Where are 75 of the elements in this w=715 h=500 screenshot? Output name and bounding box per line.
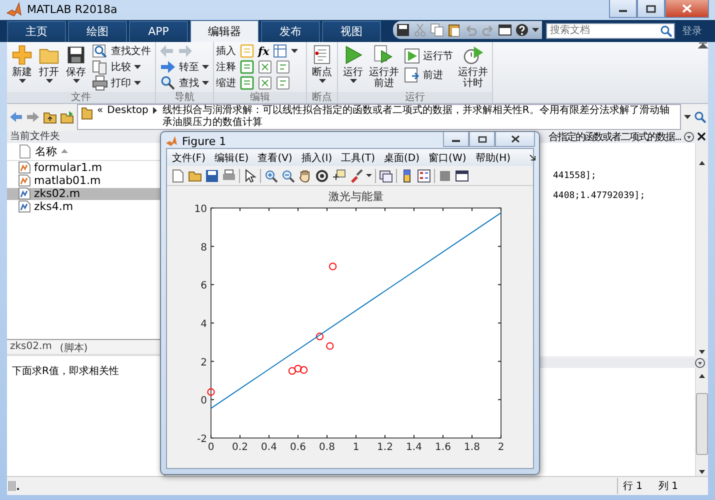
menu-item[interactable]: 查看(V) — [258, 150, 292, 164]
code-line: 441558]; — [553, 170, 598, 181]
y-tick-label: 8 — [200, 242, 207, 254]
ribbon-tab[interactable]: 发布 — [261, 20, 320, 42]
ribbon-button[interactable]: 运行并前进 — [367, 42, 401, 90]
window-title: Figure 1 — [182, 135, 226, 148]
ribbon-tab[interactable]: 主页 — [7, 20, 66, 42]
ribbon-button[interactable]: 查找 — [158, 76, 211, 91]
x-tick-label: 0 — [208, 442, 214, 453]
ribbon-tab[interactable]: 视图 — [322, 20, 381, 42]
group-label: 运行 — [338, 92, 492, 103]
editor-title: 合指定的函数或者二项式的数据... — [548, 130, 681, 144]
x-tick-label: 0.2 — [232, 442, 248, 453]
ribbon-button[interactable]: 新建 — [9, 42, 35, 84]
path-segment[interactable]: Desktop — [107, 105, 148, 118]
menu-item[interactable]: 桌面(D) — [384, 150, 420, 164]
x-tick-label: 1.6 — [435, 442, 451, 453]
x-tick-label: 1.8 — [464, 442, 480, 453]
menu-item[interactable]: 编辑(E) — [214, 150, 249, 164]
ribbon-tab[interactable]: APP — [129, 20, 188, 42]
x-tick-label: 1.2 — [377, 442, 393, 453]
detail-file-name: zks02.m — [10, 341, 52, 354]
menu-item[interactable]: 插入(I) — [301, 150, 332, 164]
code-line: 4408;1.47792039]; — [553, 190, 646, 201]
group-label: 编辑 — [214, 92, 306, 103]
line-indicator: 行 1 — [622, 480, 642, 494]
x-tick-label: 2 — [498, 442, 504, 453]
y-tick-label: 10 — [194, 204, 207, 215]
ribbon-button[interactable]: 转至 — [158, 60, 211, 75]
ribbon-button[interactable]: 前进 — [402, 68, 455, 83]
x-tick-label: 0.4 — [261, 442, 277, 453]
file-item[interactable]: zks4.m — [7, 200, 164, 213]
x-tick-label: 1.4 — [406, 442, 422, 453]
y-tick-label: 4 — [200, 319, 207, 330]
insert-function-button[interactable]: fx — [258, 44, 270, 58]
detail-description: 下面求R值，即求相关性 — [11, 364, 120, 380]
group-label: 文件 — [7, 92, 155, 103]
chart-title: 激光与能量 — [328, 190, 384, 203]
ribbon-button[interactable]: 保存 — [63, 42, 89, 84]
ribbon-button[interactable]: 运行节 — [402, 48, 455, 64]
detail-file-type: (脚本) — [60, 342, 88, 354]
ribbon-button[interactable]: 注释 — [216, 60, 236, 75]
ribbon-button[interactable]: 运行并计时 — [456, 42, 490, 90]
x-tick-label: 0.6 — [290, 442, 306, 453]
ribbon-button[interactable]: 比较 — [90, 60, 153, 75]
y-tick-label: 0 — [200, 396, 207, 407]
file-item[interactable]: formular1.m — [7, 162, 164, 174]
ribbon-button[interactable]: 断点 — [309, 42, 335, 84]
path-segment[interactable]: 线性拟合与润滑求解：可以线性拟合指定的函数或者二项式的数据，并求解相关性R。令用有限差分法求解了滑动轴承油膜压力的数值计算 — [162, 105, 677, 130]
window-title: MATLAB R2018a — [27, 3, 118, 16]
x-tick-label: 1 — [352, 442, 360, 453]
login-link[interactable]: 登录 — [682, 24, 702, 38]
ribbon-tab[interactable]: 编辑器 — [190, 20, 259, 42]
ribbon-button[interactable]: 打印 — [90, 76, 153, 91]
file-item[interactable]: matlab01.m — [7, 174, 164, 187]
ribbon-button[interactable]: 缩进 — [216, 76, 236, 91]
menu-item[interactable]: 文件(F) — [172, 150, 206, 164]
ribbon-button[interactable]: 查找文件 — [90, 44, 153, 59]
y-tick-label: 2 — [200, 357, 207, 368]
menu-item[interactable]: 工具(T) — [341, 150, 376, 164]
y-tick-label: -2 — [197, 434, 207, 445]
panel-title: 当前文件夹 — [7, 130, 164, 143]
group-label: 导航 — [156, 92, 213, 103]
menu-item[interactable]: 帮助(H) — [475, 150, 511, 164]
ribbon-tab[interactable]: 绘图 — [68, 20, 127, 42]
menu-item[interactable]: 窗口(W) — [428, 150, 466, 164]
ribbon-button[interactable]: 插入 — [216, 44, 236, 59]
column-indicator: 列 1 — [658, 480, 678, 494]
ribbon-button[interactable]: 运行 — [340, 42, 366, 84]
ribbon-button[interactable]: 打开 — [36, 42, 62, 84]
y-tick-label: 6 — [200, 280, 207, 292]
address-field[interactable]: « Desktop 线性拟合与润滑求解：可以线性拟合指定的函数或者二项式的数据，并求解相关性R。令用有限差分法求解了滑动轴承油膜压力的数值计算 — [77, 104, 681, 130]
x-tick-label: 0.8 — [319, 442, 335, 453]
group-label: 断点 — [307, 92, 337, 103]
path-overflow-button[interactable]: « — [97, 105, 104, 118]
